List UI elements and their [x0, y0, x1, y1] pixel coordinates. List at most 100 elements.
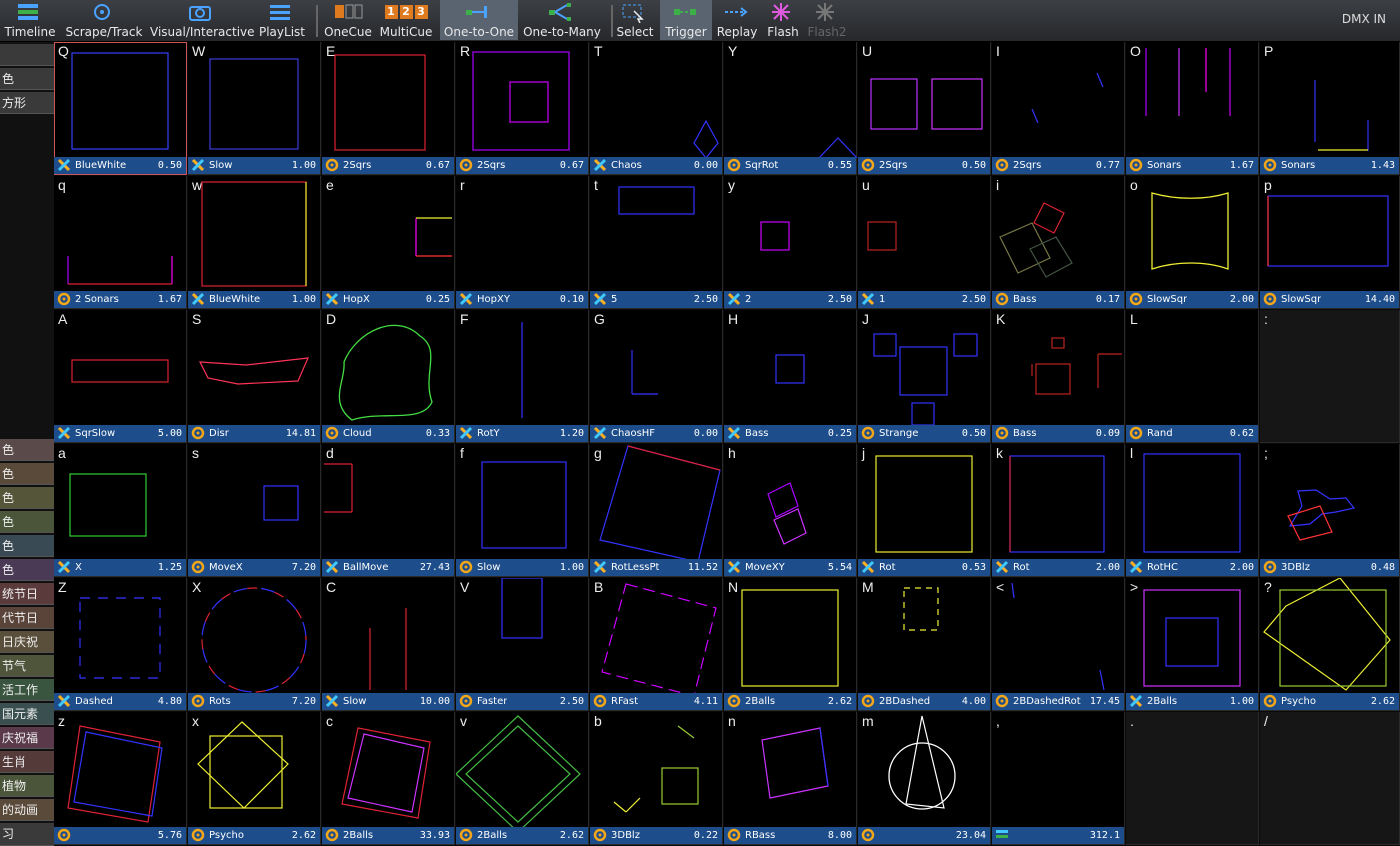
category-item[interactable] [0, 44, 54, 66]
cue-cell[interactable]: I 2Sqrs 0.77 [992, 42, 1125, 175]
cue-cell[interactable]: : [1260, 310, 1400, 443]
cue-info-bar: Chaos 0.00 [590, 157, 722, 174]
cue-cell[interactable]: Q BlueWhite 0.50 [54, 42, 187, 175]
cue-cell[interactable]: k Rot 2.00 [992, 444, 1125, 577]
cue-cell[interactable]: b 3DBlz 0.22 [590, 712, 723, 845]
cue-cell[interactable]: O Sonars 1.67 [1126, 42, 1259, 175]
cue-cell[interactable]: ? Psycho 2.62 [1260, 578, 1400, 711]
cue-cell[interactable]: l RotHC 2.00 [1126, 444, 1259, 577]
cue-info-bar: Psycho 2.62 [188, 827, 320, 844]
toolbar-one-to-one-button[interactable]: One-to-One [440, 0, 518, 40]
cue-cell[interactable]: P Sonars 1.43 [1260, 42, 1400, 175]
cue-cell[interactable]: E 2Sqrs 0.67 [322, 42, 455, 175]
cue-cell[interactable]: W Slow 1.00 [188, 42, 321, 175]
cue-cell[interactable]: S Disr 14.81 [188, 310, 321, 443]
category-item[interactable]: 节气 [0, 655, 54, 677]
category-item[interactable]: 日庆祝 [0, 631, 54, 653]
cue-cell[interactable]: G ChaosHF 0.00 [590, 310, 723, 443]
cue-cell[interactable]: M 2BDashed 4.00 [858, 578, 991, 711]
cue-cell[interactable]: y 2 2.50 [724, 176, 857, 309]
category-item[interactable]: 代节日 [0, 607, 54, 629]
cue-cell[interactable]: f Slow 1.00 [456, 444, 589, 577]
toolbar-timeline-button[interactable]: Timeline [2, 0, 58, 40]
cue-cell[interactable]: A SqrSlow 5.00 [54, 310, 187, 443]
cue-cell[interactable]: D Cloud 0.33 [322, 310, 455, 443]
cue-cell[interactable]: <2BDashedRot 17.45 [992, 578, 1125, 711]
cue-name: Bass [1013, 428, 1037, 439]
cue-cell[interactable]: Y SqrRot 0.55 [724, 42, 857, 175]
category-item[interactable]: 色 [0, 511, 54, 533]
cue-cell[interactable]: j Rot 0.53 [858, 444, 991, 577]
toolbar-onecue-button[interactable]: OneCue [322, 0, 374, 40]
category-item[interactable]: 方形 [0, 92, 54, 114]
cue-cell[interactable]: F RotY 1.20 [456, 310, 589, 443]
cue-cell[interactable]: X Rots 7.20 [188, 578, 321, 711]
category-item[interactable]: 习 [0, 823, 54, 846]
cue-cell[interactable]: N 2Balls 2.62 [724, 578, 857, 711]
cue-cell[interactable]: . [1126, 712, 1259, 845]
cue-name: Rot [1013, 562, 1030, 573]
cue-cell[interactable]: H Bass 0.25 [724, 310, 857, 443]
toolbar-visual-interactive-button[interactable]: Visual/Interactive [150, 0, 255, 40]
cue-cell[interactable]: z 5.76 [54, 712, 187, 845]
cue-cell[interactable]: ; 3DBlz 0.48 [1260, 444, 1400, 577]
cue-cell[interactable]: a X 1.25 [54, 444, 187, 577]
cue-cell[interactable]: i Bass 0.17 [992, 176, 1125, 309]
cue-cell[interactable]: w BlueWhite 1.00 [188, 176, 321, 309]
category-item[interactable]: 植物 [0, 775, 54, 797]
cue-cell[interactable]: K Bass 0.09 [992, 310, 1125, 443]
cue-cell[interactable]: v 2Balls 2.62 [456, 712, 589, 845]
toolbar-scrape-track-button[interactable]: Scrape/Track [60, 0, 148, 40]
cue-cell[interactable]: x Psycho 2.62 [188, 712, 321, 845]
cue-cell[interactable]: n RBass 8.00 [724, 712, 857, 845]
category-item[interactable]: 的动画 [0, 799, 54, 821]
category-item[interactable]: 色 [0, 439, 54, 461]
cue-cell[interactable]: q2 Sonars 1.67 [54, 176, 187, 309]
cue-cell[interactable]: d BallMove 27.43 [322, 444, 455, 577]
cue-cell[interactable]: t 5 2.50 [590, 176, 723, 309]
toolbar-playlist-button[interactable]: PlayList [256, 0, 308, 40]
cue-cell[interactable]: , 312.1 [992, 712, 1125, 845]
cue-cell[interactable]: C Slow 10.00 [322, 578, 455, 711]
toolbar-replay-button[interactable]: Replay [712, 0, 762, 40]
cue-cell[interactable]: p SlowSqr 14.40 [1260, 176, 1400, 309]
toolbar-trigger-button[interactable]: Trigger [660, 0, 712, 40]
cue-cell[interactable]: L Rand 0.62 [1126, 310, 1259, 443]
cue-cell[interactable]: U 2Sqrs 0.50 [858, 42, 991, 175]
category-item[interactable]: 色 [0, 487, 54, 509]
category-item[interactable]: 色 [0, 68, 54, 90]
category-item[interactable]: 统节日 [0, 583, 54, 605]
category-item[interactable]: 色 [0, 559, 54, 581]
cue-cell[interactable]: T Chaos 0.00 [590, 42, 723, 175]
toolbar-select-button[interactable]: Select [614, 0, 656, 40]
cue-cell[interactable]: o SlowSqr 2.00 [1126, 176, 1259, 309]
toolbar-multicue-button[interactable]: 1 2 3 MultiCue [376, 0, 436, 40]
cue-cell[interactable]: h MoveXY 5.54 [724, 444, 857, 577]
category-item[interactable]: 色 [0, 535, 54, 557]
cue-cell[interactable]: e HopX 0.25 [322, 176, 455, 309]
cue-cell[interactable]: / [1260, 712, 1400, 845]
category-item[interactable]: 活工作 [0, 679, 54, 701]
cue-cell[interactable]: m 23.04 [858, 712, 991, 845]
cue-cell[interactable]: V Faster 2.50 [456, 578, 589, 711]
cue-value: 14.40 [1364, 294, 1395, 305]
category-item[interactable]: 色 [0, 463, 54, 485]
cue-cell[interactable]: s MoveX 7.20 [188, 444, 321, 577]
cue-cell[interactable]: >2Balls 1.00 [1126, 578, 1259, 711]
cue-cell[interactable]: c 2Balls 33.93 [322, 712, 455, 845]
toolbar-flash-button[interactable]: Flash [764, 0, 802, 40]
cue-cell[interactable]: r HopXY 0.10 [456, 176, 589, 309]
category-item[interactable]: 庆祝福 [0, 727, 54, 749]
toolbar-label: PlayList [258, 25, 305, 39]
cue-info-bar: 3DBlz 0.22 [590, 827, 722, 844]
category-item[interactable]: 国元素 [0, 703, 54, 725]
toolbar-flash2-button[interactable]: Flash2 [804, 0, 850, 40]
toolbar-one-to-many-button[interactable]: One-to-Many [518, 0, 606, 40]
category-item[interactable]: 生肖 [0, 751, 54, 773]
cue-cell[interactable]: B RFast 4.11 [590, 578, 723, 711]
cue-cell[interactable]: Z Dashed 4.80 [54, 578, 187, 711]
cue-cell[interactable]: J Strange 0.50 [858, 310, 991, 443]
cue-cell[interactable]: u 1 2.50 [858, 176, 991, 309]
cue-cell[interactable]: g RotLessPt 11.52 [590, 444, 723, 577]
cue-cell[interactable]: R 2Sqrs 0.67 [456, 42, 589, 175]
